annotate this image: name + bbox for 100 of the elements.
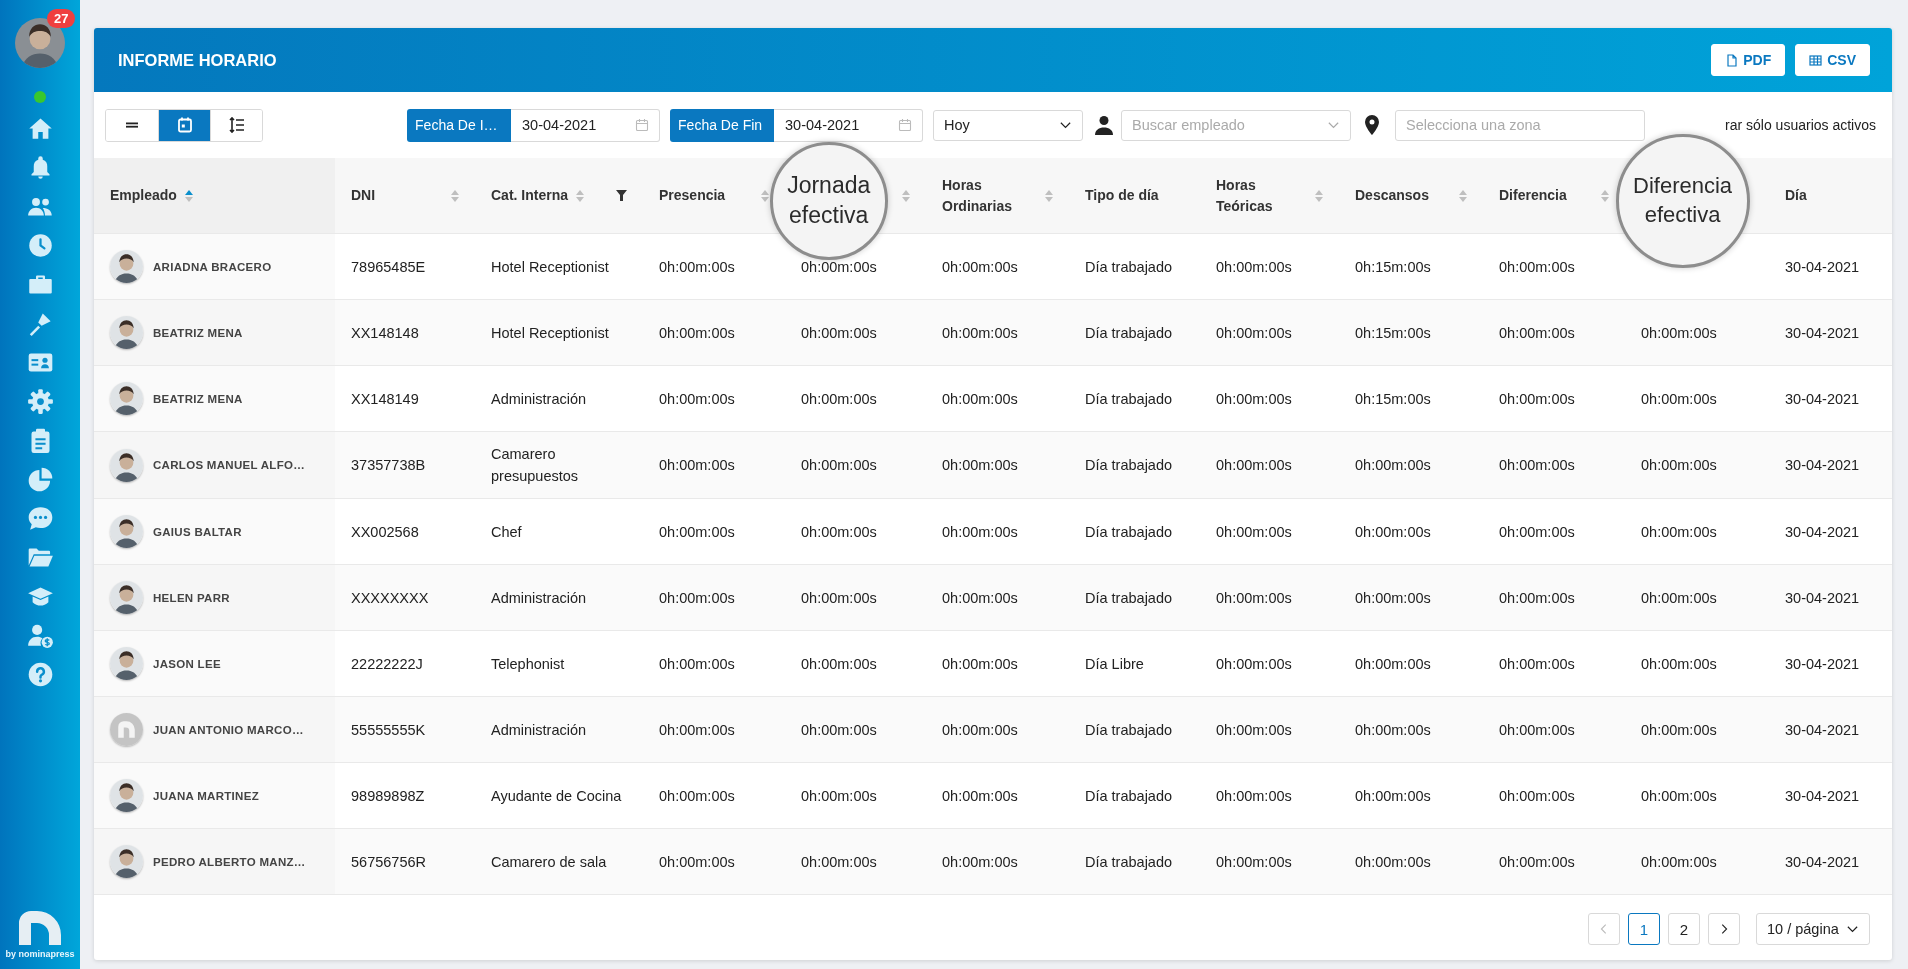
export-button[interactable]: CSV <box>1795 44 1870 76</box>
column-header[interactable]: Cat. Interna <box>491 185 568 206</box>
date-field[interactable]: 30-04-2021 <box>774 108 924 142</box>
notification-badge: 27 <box>47 9 76 28</box>
pie-chart-icon[interactable] <box>26 466 54 493</box>
column-header: Tipo de día <box>1085 186 1159 205</box>
table-cell-text: 0h:00m:00s <box>1498 786 1576 806</box>
table-cell-text: 0h:00m:00s <box>1498 588 1576 608</box>
employee-name: GAIUS BALTAR <box>153 524 242 540</box>
table-cell-text: Camarero presupuestos <box>490 445 580 486</box>
table-cell-text: 0h:00m:00s <box>1640 720 1718 740</box>
table-cell-text: 0h:00m:00s <box>1354 588 1432 608</box>
column-header[interactable]: Empleado <box>110 185 177 206</box>
column-header[interactable]: Diferencia <box>1499 185 1567 206</box>
table-cell-text: 0h:00m:00s <box>800 456 878 475</box>
view-toggle[interactable] <box>210 109 262 141</box>
table-cell-text: Día Libre <box>1084 654 1145 674</box>
column-header[interactable]: Presencia <box>659 185 726 206</box>
sort-icon[interactable] <box>761 189 769 202</box>
table-cell-text: 0h:00m:00s <box>658 323 736 343</box>
table-cell-text: Día trabajado <box>1084 389 1174 409</box>
sort-icon[interactable] <box>1315 189 1323 202</box>
table-cell-text: 0h:00m:00s <box>1498 323 1576 343</box>
table-cell-text: 0h:00m:00s <box>1640 456 1718 475</box>
settings-icon[interactable] <box>26 388 54 415</box>
table-cell-text: XX148148 <box>350 323 420 343</box>
table-cell-text: 0h:00m:00s <box>800 389 878 409</box>
table-cell-text: 37357738B <box>350 456 427 475</box>
page-button[interactable]: 1 <box>1628 913 1660 945</box>
column-header: Día <box>1785 186 1807 205</box>
table-cell-text: Administración <box>490 389 588 409</box>
column-header[interactable]: DNI <box>351 185 376 206</box>
column-header[interactable]: Descansos <box>1355 185 1429 206</box>
date-field[interactable]: 30-04-2021 <box>511 108 661 142</box>
table-cell-text: Hotel Receptionist <box>490 323 610 343</box>
sort-icon[interactable] <box>1045 189 1053 202</box>
table-cell-text: Día trabajado <box>1084 323 1174 343</box>
help-icon[interactable] <box>26 661 54 688</box>
sort-icon[interactable] <box>576 189 584 202</box>
table-cell-text: Día trabajado <box>1084 588 1174 608</box>
table-cell-text: 0h:00m:00s <box>1498 852 1576 872</box>
table-cell-text: 30-04-2021 <box>1784 654 1861 674</box>
table-cell-text: 0h:00m:00s <box>1354 720 1432 740</box>
employee-name: HELEN PARR <box>153 590 230 606</box>
table-cell-text: 0h:00m:00s <box>941 786 1019 806</box>
table-cell-text: Camarero de sala <box>490 852 608 872</box>
table-cell-text: 0h:00m:00s <box>1640 588 1718 608</box>
page-size-select[interactable]: 10 / página <box>1756 913 1870 945</box>
table-cell-text: Chef <box>490 522 523 542</box>
table-cell-text: 0h:15m:00s <box>1354 257 1432 277</box>
sort-icon[interactable] <box>1601 189 1609 202</box>
page-button[interactable]: 2 <box>1668 913 1700 945</box>
filter-icon[interactable] <box>616 190 627 201</box>
table-cell-text: 22222222J <box>350 654 424 674</box>
table-cell-text: 98989898Z <box>350 786 426 806</box>
table-cell-text: 0h:00m:00s <box>941 323 1019 343</box>
file-icon <box>1725 53 1739 67</box>
employee-name: PEDRO ALBERTO MANZ… <box>153 854 306 870</box>
table-cell-text: 0h:00m:00s <box>658 786 736 806</box>
chat-icon[interactable] <box>26 505 54 532</box>
table-cell-text: 30-04-2021 <box>1784 323 1861 343</box>
table-cell-text: 0h:00m:00s <box>800 786 878 806</box>
table-cell-text: 0h:00m:00s <box>1640 389 1718 409</box>
table-cell-text: 30-04-2021 <box>1784 786 1861 806</box>
employee-name: JUANA MARTINEZ <box>153 788 259 804</box>
table-cell-text: 0h:00m:00s <box>1215 323 1293 343</box>
table-cell-text: 0h:00m:00s <box>1354 522 1432 542</box>
employee-name: ARIADNA BRACERO <box>153 259 272 275</box>
table-cell-text: 0h:00m:00s <box>1215 654 1293 674</box>
home-icon[interactable] <box>26 115 54 142</box>
sort-icon[interactable] <box>184 189 193 202</box>
date-label: Fecha De Fin <box>670 108 775 142</box>
period-select[interactable]: Hoy <box>933 109 1084 141</box>
table-cell-text: 0h:00m:00s <box>1640 522 1718 542</box>
table-cell-text: 0h:00m:00s <box>1215 852 1293 872</box>
table-cell-text: Día trabajado <box>1084 456 1174 475</box>
clock-icon[interactable] <box>26 232 54 259</box>
table-cell-text: 0h:00m:00s <box>658 720 736 740</box>
user-dollar-icon[interactable] <box>26 622 54 649</box>
table-cell-text: 30-04-2021 <box>1784 588 1861 608</box>
table-cell-text: 30-04-2021 <box>1784 852 1861 872</box>
table-cell-text: 0h:00m:00s <box>658 389 736 409</box>
table-cell-text: XXXXXXXX <box>350 588 430 608</box>
table-cell-text: 0h:00m:00s <box>1498 720 1576 740</box>
export-button[interactable]: PDF <box>1711 44 1786 76</box>
table-cell-text: 0h:00m:00s <box>1498 654 1576 674</box>
sort-icon[interactable] <box>902 189 910 202</box>
table-cell-text: 0h:00m:00s <box>800 654 878 674</box>
table-cell-text: 0h:00m:00s <box>1354 852 1432 872</box>
view-toggle[interactable] <box>158 109 210 141</box>
table-cell-text: 0h:00m:00s <box>800 588 878 608</box>
magnifier: Jornada efectiva <box>769 141 888 260</box>
table-cell-text: 0h:00m:00s <box>941 389 1019 409</box>
table-cell-text: Día trabajado <box>1084 522 1174 542</box>
table-cell-text: 0h:00m:00s <box>1498 456 1576 475</box>
table-cell-text: 0h:00m:00s <box>658 852 736 872</box>
table-cell-text: 0h:00m:00s <box>1498 522 1576 542</box>
sort-icon[interactable] <box>1459 189 1467 202</box>
table-cell-text: 0h:00m:00s <box>1640 654 1718 674</box>
sort-icon[interactable] <box>451 189 459 202</box>
